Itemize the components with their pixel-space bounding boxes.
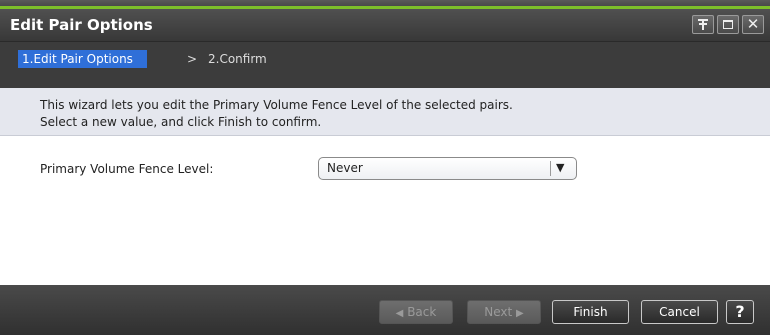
next-label: Next	[484, 305, 513, 319]
next-arrow-icon: ▶	[516, 308, 524, 319]
fence-level-label: Primary Volume Fence Level:	[40, 162, 214, 176]
help-label: ?	[735, 302, 745, 321]
cancel-button[interactable]: Cancel	[641, 300, 718, 324]
select-divider	[550, 161, 551, 176]
finish-label: Finish	[573, 305, 608, 319]
fence-level-value: Never	[327, 161, 363, 175]
window-controls: ✕	[692, 15, 764, 34]
help-button[interactable]: ?	[726, 300, 754, 324]
footer-bar: ◀ Back Next ▶ Finish Cancel ?	[0, 285, 770, 335]
title-bar: Edit Pair Options ✕	[0, 9, 770, 42]
description-line-2: Select a new value, and click Finish to …	[40, 115, 322, 129]
window-title: Edit Pair Options	[10, 16, 153, 34]
step-confirm: 2.Confirm	[208, 52, 267, 66]
pin-icon	[698, 19, 708, 30]
description-line-1: This wizard lets you edit the Primary Vo…	[40, 98, 513, 112]
chevron-down-icon: ▼	[556, 161, 565, 174]
back-label: Back	[407, 305, 437, 319]
step-separator: >	[187, 52, 198, 66]
back-arrow-icon: ◀	[395, 308, 404, 319]
maximize-button[interactable]	[717, 15, 739, 34]
wizard-steps: 1.Edit Pair Options > 2.Confirm	[0, 42, 770, 88]
fence-level-select[interactable]: Never ▼	[318, 157, 577, 180]
next-button[interactable]: Next ▶	[467, 300, 541, 324]
finish-button[interactable]: Finish	[552, 300, 629, 324]
pin-button[interactable]	[692, 15, 714, 34]
close-button[interactable]: ✕	[742, 15, 764, 34]
step-edit-pair-options: 1.Edit Pair Options	[18, 50, 147, 68]
close-icon: ✕	[746, 15, 760, 33]
back-button[interactable]: ◀ Back	[379, 300, 453, 324]
maximize-icon	[723, 20, 733, 29]
cancel-label: Cancel	[659, 305, 700, 319]
description-panel: This wizard lets you edit the Primary Vo…	[0, 88, 770, 136]
